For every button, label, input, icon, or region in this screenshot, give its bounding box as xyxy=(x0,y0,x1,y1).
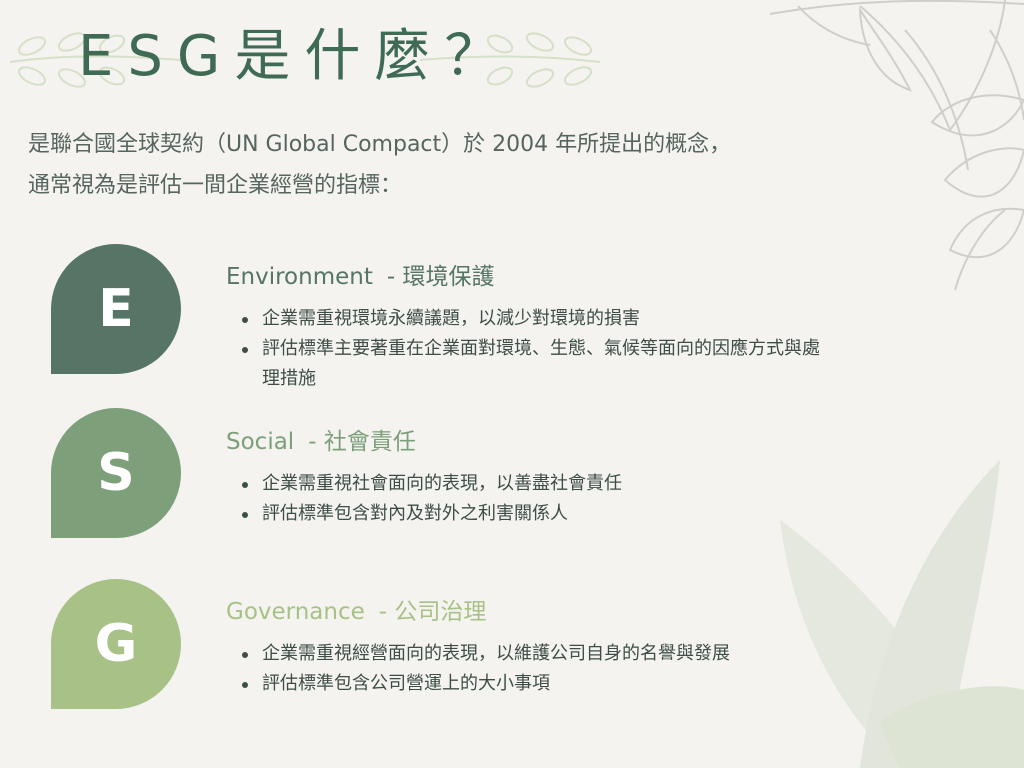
list-item: 企業需重視經營面向的表現，以維護公司自身的名譽與發展 xyxy=(226,639,832,669)
governance-badge: G xyxy=(51,579,181,709)
page-title: ESG是什麼？ xyxy=(78,24,515,89)
governance-name: Governance xyxy=(226,599,365,625)
list-item: 評估標準包含對內及對外之利害關係人 xyxy=(226,499,832,529)
social-subtitle: - 社會責任 xyxy=(308,429,416,455)
governance-bullets: 企業需重視經營面向的表現，以維護公司自身的名譽與發展 評估標準包含公司營運上的大… xyxy=(226,639,866,699)
governance-section: Governance - 公司治理 企業需重視經營面向的表現，以維護公司自身的名譽… xyxy=(226,597,866,699)
environment-name: Environment xyxy=(226,264,373,290)
governance-subtitle: - 公司治理 xyxy=(378,599,487,625)
list-item: 評估標準包含公司營運上的大小事項 xyxy=(226,669,832,699)
social-name: Social xyxy=(226,429,295,455)
list-item: 企業需重視環境永續議題，以減少對環境的損害 xyxy=(226,304,832,334)
social-section: Social - 社會責任 企業需重視社會面向的表現，以善盡社會責任 評估標準包含… xyxy=(226,427,866,529)
environment-heading: Environment - 環境保護 xyxy=(226,262,866,292)
intro-line-2: 通常視為是評估一間企業經營的指標： xyxy=(28,173,403,198)
governance-heading: Governance - 公司治理 xyxy=(226,597,866,627)
social-bullets: 企業需重視社會面向的表現，以善盡社會責任 評估標準包含對內及對外之利害關係人 xyxy=(226,469,866,529)
social-badge: S xyxy=(51,408,181,538)
environment-section: Environment - 環境保護 企業需重視環境永續議題，以減少對環境的損害 … xyxy=(226,262,866,394)
list-item: 企業需重視社會面向的表現，以善盡社會責任 xyxy=(226,469,832,499)
environment-subtitle: - 環境保護 xyxy=(386,264,495,290)
list-item: 評估標準主要著重在企業面對環境、生態、氣候等面向的因應方式與處理措施 xyxy=(226,334,832,394)
social-heading: Social - 社會責任 xyxy=(226,427,866,457)
environment-badge: E xyxy=(51,244,181,374)
intro-line-1: 是聯合國全球契約（UN Global Compact）於 2004 年所提出的概… xyxy=(28,132,732,157)
environment-bullets: 企業需重視環境永續議題，以減少對環境的損害 評估標準主要著重在企業面對環境、生態… xyxy=(226,304,866,394)
